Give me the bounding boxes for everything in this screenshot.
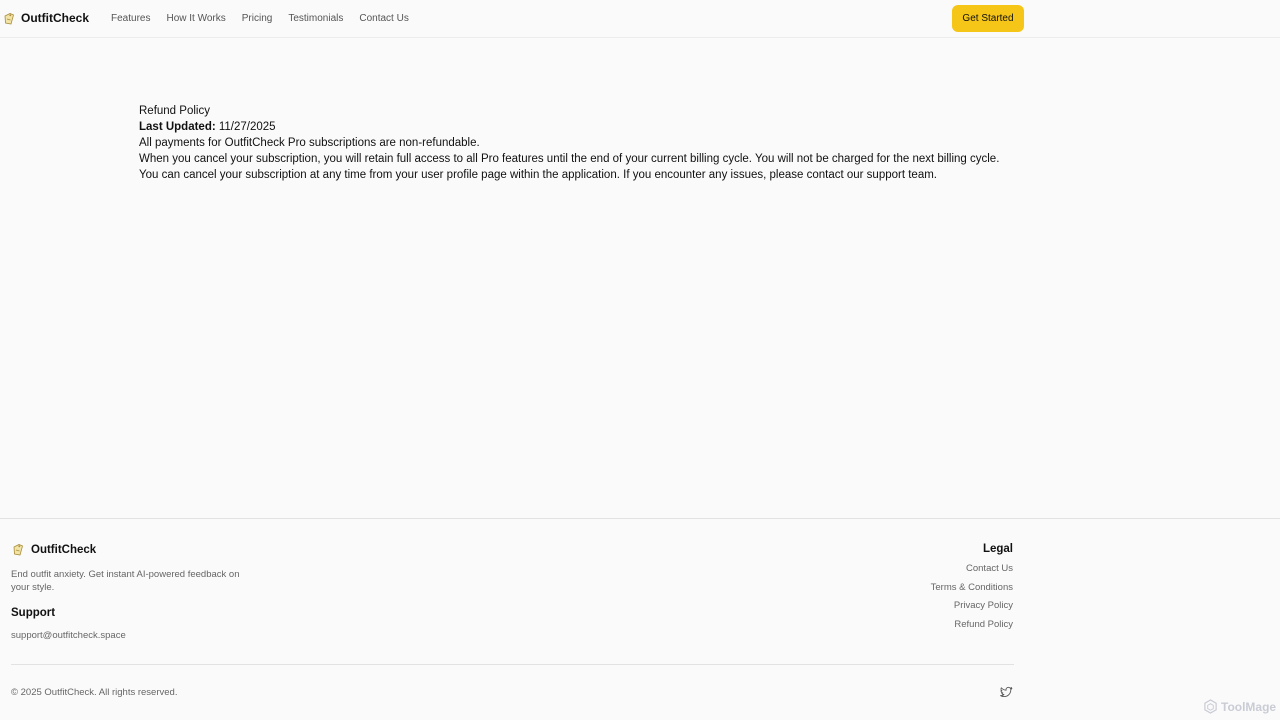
footer-link-contact-us[interactable]: Contact Us [966,563,1013,576]
twitter-icon[interactable] [1000,686,1013,699]
nav-link-contact-us[interactable]: Contact Us [359,13,408,24]
watermark-text: ToolMage [1221,699,1277,714]
policy-content: Refund Policy Last Updated: 11/27/2025 A… [139,103,1039,183]
footer-link-refund[interactable]: Refund Policy [954,619,1013,632]
policy-paragraph: You can cancel your subscription at any … [139,169,937,181]
support-heading: Support [11,607,56,619]
last-updated: Last Updated: 11/27/2025 [139,119,1039,135]
top-navbar: OutfitCheck Features How It Works Pricin… [0,0,1280,38]
cube-logo-icon [1204,699,1217,714]
last-updated-date: 11/27/2025 [215,121,276,133]
footer-brand-name: OutfitCheck [31,543,97,556]
footer-link-privacy[interactable]: Privacy Policy [954,600,1013,613]
get-started-button[interactable]: Get Started [952,5,1024,32]
footer-brand[interactable]: OutfitCheck [12,543,96,556]
nav-link-how-it-works[interactable]: How It Works [166,13,225,24]
footer-link-terms[interactable]: Terms & Conditions [931,582,1013,595]
policy-paragraph: When you cancel your subscription, you w… [139,153,1000,165]
nav-link-pricing[interactable]: Pricing [242,13,273,24]
footer-divider [11,664,1014,665]
footer-tagline: End outfit anxiety. Get instant AI-power… [11,569,240,593]
nav-link-testimonials[interactable]: Testimonials [288,13,343,24]
hanger-tag-icon [13,544,23,556]
brand-name: OutfitCheck [21,11,90,25]
hanger-tag-icon [4,12,14,24]
nav-links: Features How It Works Pricing Testimonia… [111,13,409,24]
site-footer: OutfitCheck End outfit anxiety. Get inst… [0,518,1280,720]
nav-link-features[interactable]: Features [111,13,150,24]
brand-link[interactable]: OutfitCheck [3,11,89,25]
policy-title: Refund Policy [139,105,210,117]
toolmage-watermark: ToolMage [1203,699,1276,714]
last-updated-label: Last Updated: [139,121,216,133]
legal-heading: Legal [982,543,1013,555]
support-email-link[interactable]: support@outfitcheck.space [11,630,126,641]
legal-links: Contact Us Terms & Conditions Privacy Po… [931,563,1013,632]
policy-paragraph: All payments for OutfitCheck Pro subscri… [139,137,480,149]
copyright-text: © 2025 OutfitCheck. All rights reserved. [11,687,178,698]
